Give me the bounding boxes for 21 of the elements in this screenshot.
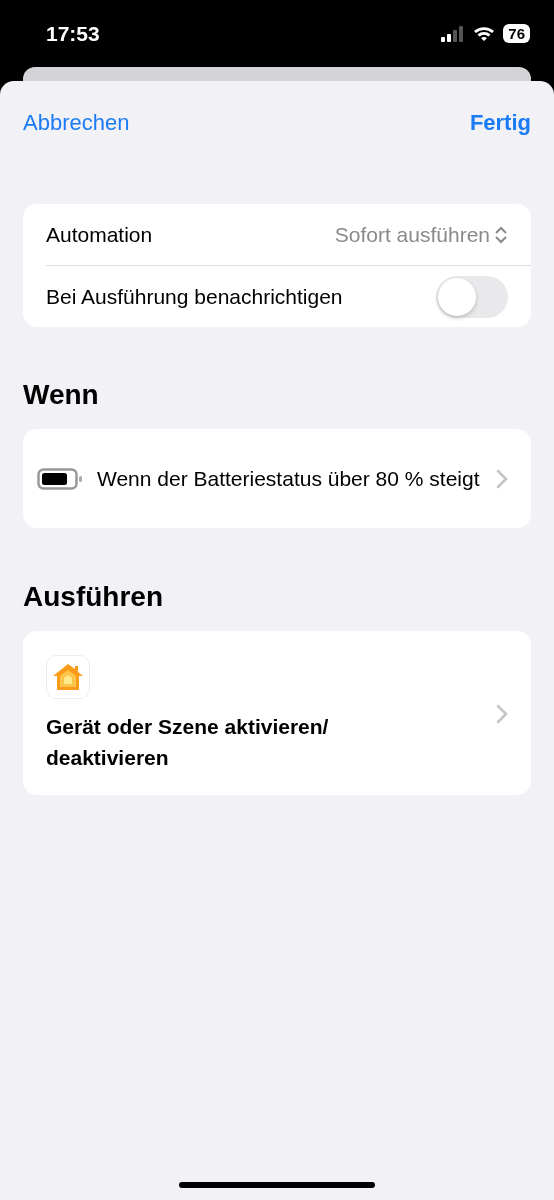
done-button[interactable]: Fertig <box>469 107 531 139</box>
chevron-right-icon <box>496 704 508 724</box>
house-icon <box>46 655 90 699</box>
run-mode-picker[interactable]: Sofort ausführen <box>334 222 508 247</box>
battery-icon <box>37 467 83 490</box>
action-text: Gerät oder Szene aktivieren/ deaktivieren <box>46 714 330 771</box>
section-heading: Ausführen <box>23 580 164 614</box>
setting-label: Automation <box>46 222 153 247</box>
status-time: 17:53 <box>46 21 100 46</box>
battery-level: 76 <box>503 24 530 43</box>
chevron-right-icon <box>496 468 508 489</box>
cancel-button[interactable]: Abbrechen <box>23 107 130 139</box>
setting-label: Bei Ausführung benachrichtigen <box>46 284 343 309</box>
action-card[interactable]: Gerät oder Szene aktivieren/ deaktivieren <box>23 631 531 795</box>
section-heading: Wenn <box>23 378 100 412</box>
up-down-chevron-icon <box>494 224 508 245</box>
wifi-icon <box>473 25 496 42</box>
trigger-text: Wenn der Batteriestatus über 80 % steigt <box>97 466 481 492</box>
trigger-card[interactable]: Wenn der Batteriestatus über 80 % steigt <box>23 429 531 528</box>
notify-toggle[interactable] <box>436 275 508 318</box>
signal-icon <box>441 25 466 42</box>
